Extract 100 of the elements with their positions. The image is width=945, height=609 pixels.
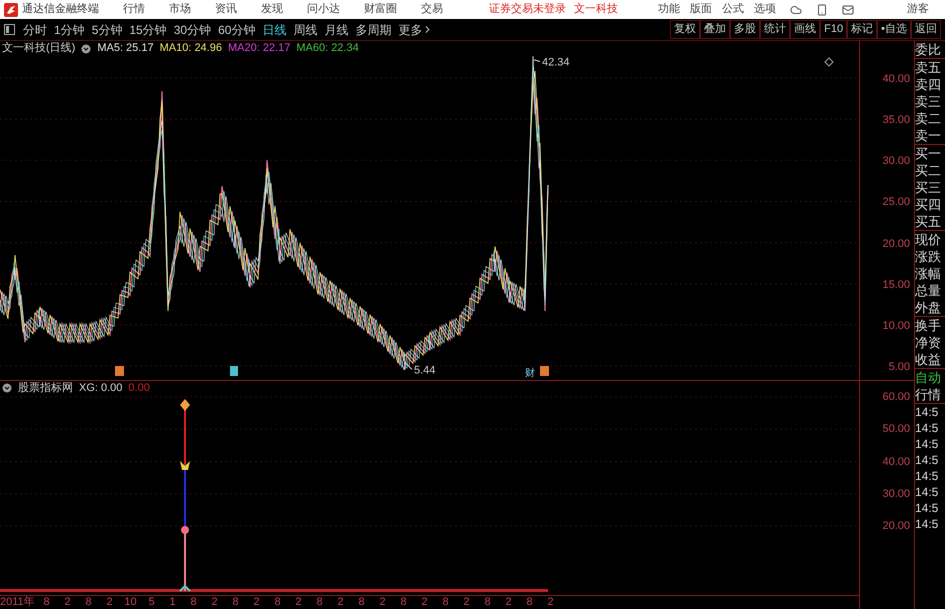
toolbar-button[interactable]: 复权 [670,20,700,39]
period-tab[interactable]: 60分钟 [218,20,256,38]
menu-item[interactable]: 问小达 [307,1,340,18]
trade-time: 14:5 [915,484,940,500]
indicator-axis-label: 40.00 [882,454,910,470]
ma-value: MA10: 24.96 [160,41,222,56]
indicator-title: 股票指标网 [18,380,73,396]
ma-value: MA60: 22.34 [296,41,359,56]
quote-label: 涨跌 [915,248,942,265]
quote-label: 净资 [915,334,942,351]
quote-label: 买五 [915,213,942,230]
period-tab[interactable]: 15分钟 [129,20,167,38]
period-tab[interactable]: 日线 [262,20,286,38]
time-axis-label: 8 [273,595,282,609]
menu-item[interactable]: 行情 [123,1,145,18]
quote-label: 买四 [915,196,942,213]
user-label[interactable]: 游客 [907,1,929,18]
indicator-axis-label: 30.00 [882,486,910,502]
indicator-axis-label: 50.00 [882,422,910,438]
quote-label: 外盘 [915,299,942,316]
quote-label: 收益 [915,351,942,368]
toolbar-button[interactable]: F10 [820,20,848,39]
time-axis-label: 8 [357,595,366,609]
time-axis-label: 2 [462,595,471,609]
time-axis-label: 2011年 [0,595,36,609]
menu-item[interactable]: 市场 [169,1,191,18]
cloud-icon[interactable] [790,4,802,16]
xg-value: XG: 0.00 [79,380,122,396]
tool-menu-item[interactable]: 公式 [722,1,744,18]
price-axis-label: 15.00 [882,278,910,293]
toolbar-button[interactable]: 返回 [911,20,941,39]
trade-time: 14:5 [915,436,940,452]
time-axis-label: 8 [399,595,408,609]
time-axis-label: 2 [336,595,345,609]
diamond-icon[interactable] [824,57,834,67]
menu-item[interactable]: 发现 [261,1,283,18]
high-price-label: 42.34 [534,56,570,69]
period-tab[interactable]: 30分钟 [174,20,212,38]
tool-menu-item[interactable]: 版面 [690,1,712,18]
quote-label: 涨幅 [915,265,942,282]
price-axis-label: 35.00 [882,113,910,128]
period-tab[interactable]: 1分钟 [54,20,85,38]
quote-label: 卖三 [915,93,942,110]
quote-label: 现价 [915,231,942,248]
indicator-value: 0.00 [128,380,150,396]
time-axis-label: 5 [147,595,156,609]
quote-label: 换手 [915,317,942,334]
market-label: 行情 [915,386,945,404]
login-status[interactable]: 证券交易未登录 [489,1,566,18]
menu-item[interactable]: 资讯 [215,1,237,18]
time-axis-label: 2 [504,595,513,609]
quote-label: 卖二 [915,110,942,127]
time-axis-label: 2 [294,595,303,609]
quote-label: 委比 [915,41,942,58]
tool-menu-item[interactable]: 功能 [658,1,680,18]
price-axis-label: 20.00 [882,236,910,252]
time-axis-label: 8 [84,595,93,609]
menu-item[interactable]: 交易 [421,1,443,18]
period-tab[interactable]: 月线 [324,20,348,38]
app-name: 通达信金融终端 [22,2,99,18]
panel-toggle-icon[interactable] [4,24,15,35]
period-tab[interactable]: 周线 [293,20,318,38]
time-axis-label: 2 [252,595,261,609]
mail-icon[interactable] [842,4,854,16]
toolbar-button[interactable]: •自选 [877,20,911,39]
event-marker-icon [230,366,238,376]
indicator-axis-label: 60.00 [882,390,910,405]
toolbar-button[interactable]: 多股 [730,20,760,39]
app-logo-icon [4,2,18,16]
toolbar-button[interactable]: 画线 [790,20,820,39]
settings-icon[interactable] [2,383,12,393]
period-tab[interactable]: 5分钟 [92,20,122,38]
event-marker-icon [115,366,124,376]
menu-item[interactable]: 财富圈 [364,1,397,18]
settings-icon[interactable] [81,44,92,54]
toolbar-button[interactable]: 标记 [847,20,878,39]
more-button[interactable]: 更多 [398,20,434,38]
time-axis-label: 8 [483,595,492,609]
time-axis-label: 2 [63,595,72,609]
auto-label[interactable]: 自动 [915,369,945,386]
trade-time: 14:5 [915,452,940,468]
time-axis-label: 2 [420,595,429,609]
quote-label: 卖五 [915,59,942,76]
period-tab[interactable]: 多周期 [355,20,392,38]
tool-menu-item[interactable]: 选项 [754,1,776,18]
toolbar-button[interactable]: 统计 [760,20,790,39]
quote-label: 买一 [915,145,942,162]
time-axis-label: 2 [546,595,555,609]
trade-time: 14:5 [915,420,940,436]
quote-label: 卖一 [915,127,942,144]
toolbar-button[interactable]: 叠加 [700,20,730,39]
phone-icon[interactable] [816,4,828,16]
time-axis-label: 2 [210,595,219,609]
period-tab[interactable]: 分时 [23,20,47,38]
time-axis-label: 10 [123,595,138,609]
price-axis-label: 10.00 [882,318,910,334]
quote-label: 总量 [915,282,942,299]
stock-name: 文一科技 [574,2,618,18]
time-axis-label: 1 [168,595,177,609]
finance-marker: 财 [525,368,535,379]
